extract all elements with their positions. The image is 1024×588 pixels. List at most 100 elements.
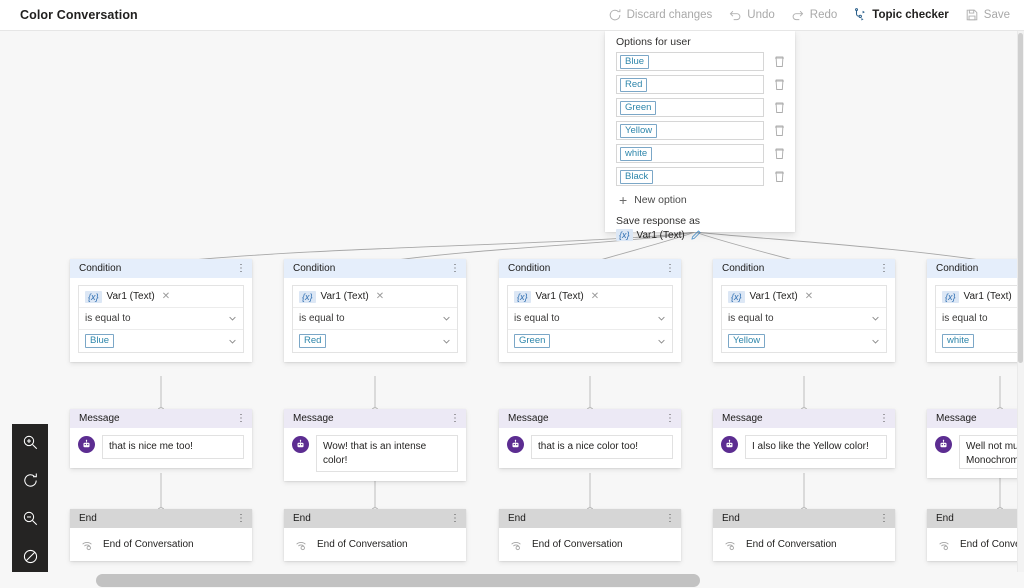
option-input-3[interactable]: Yellow <box>616 121 764 140</box>
remove-variable-icon[interactable]: ✕ <box>591 291 599 302</box>
delete-option-icon[interactable] <box>772 54 787 69</box>
card-menu-icon[interactable]: ⋮ <box>879 413 889 424</box>
card-menu-icon[interactable]: ⋮ <box>450 263 460 274</box>
end-card[interactable]: End ⋮ End of Conversation <box>284 509 466 561</box>
message-text[interactable]: I also like the Yellow color! <box>745 435 887 459</box>
condition-card[interactable]: Condition ⋮ {x} Var1 (Text) ✕ is equal t… <box>927 259 1024 362</box>
end-card[interactable]: End ⋮ End of Conversation <box>499 509 681 561</box>
undo-icon <box>728 8 742 22</box>
option-chip-4[interactable]: white <box>620 146 653 161</box>
card-menu-icon[interactable]: ⋮ <box>665 413 675 424</box>
condition-operator-select[interactable]: is equal to <box>79 308 243 330</box>
condition-card[interactable]: Condition ⋮ {x} Var1 (Text) ✕ is equal t… <box>499 259 681 362</box>
discard-changes-button[interactable]: Discard changes <box>608 8 712 22</box>
end-conversation-icon <box>294 537 308 551</box>
chevron-down-icon <box>657 337 666 346</box>
option-chip-2[interactable]: Green <box>620 100 657 115</box>
card-menu-icon[interactable]: ⋮ <box>450 413 460 424</box>
message-card[interactable]: Message ⋮ that is a nice color too! <box>499 409 681 468</box>
topic-checker-button[interactable]: Topic checker <box>853 8 949 22</box>
remove-variable-icon[interactable]: ✕ <box>805 291 813 302</box>
message-text[interactable]: Wow! that is an intense color! <box>316 435 458 472</box>
card-menu-icon[interactable]: ⋮ <box>879 263 889 274</box>
card-menu-icon[interactable]: ⋮ <box>665 513 675 524</box>
message-card-header: Message ⋮ <box>713 409 895 428</box>
condition-value-select[interactable]: Red <box>293 330 457 352</box>
option-input-1[interactable]: Red <box>616 75 764 94</box>
condition-variable-row[interactable]: {x} Var1 (Text) ✕ <box>79 286 243 308</box>
chevron-down-icon <box>228 314 237 323</box>
end-card[interactable]: End ⋮ End of Conversation <box>927 509 1024 561</box>
condition-operator-select[interactable]: is equal to <box>508 308 672 330</box>
condition-card[interactable]: Condition ⋮ {x} Var1 (Text) ✕ is equal t… <box>713 259 895 362</box>
condition-operator-select[interactable]: is equal to <box>293 308 457 330</box>
condition-operator-value: is equal to <box>728 313 774 324</box>
card-menu-icon[interactable]: ⋮ <box>236 413 246 424</box>
message-card[interactable]: Message ⋮ that is nice me too! <box>70 409 252 468</box>
option-chip-5[interactable]: Black <box>620 169 654 184</box>
zoom-out-icon[interactable] <box>19 508 41 528</box>
edit-pencil-icon[interactable] <box>690 229 702 241</box>
condition-operator-select[interactable]: is equal to <box>722 308 886 330</box>
option-input-4[interactable]: white <box>616 144 764 163</box>
variable-chip[interactable]: {x} Var1 (Text) <box>616 229 685 241</box>
horizontal-scrollbar-track[interactable] <box>0 572 1024 588</box>
bot-avatar-icon <box>935 436 952 453</box>
option-input-2[interactable]: Green <box>616 98 764 117</box>
reset-view-icon[interactable] <box>19 470 41 490</box>
no-entry-icon[interactable] <box>19 546 41 566</box>
message-card[interactable]: Message ⋮ Well not much in Monochromatic… <box>927 409 1024 478</box>
option-input-0[interactable]: Blue <box>616 52 764 71</box>
end-card[interactable]: End ⋮ End of Conversation <box>713 509 895 561</box>
remove-variable-icon[interactable]: ✕ <box>162 291 170 302</box>
undo-button[interactable]: Undo <box>728 8 775 22</box>
condition-card-body: {x} Var1 (Text) ✕ is equal to white <box>927 278 1024 362</box>
remove-variable-icon[interactable]: ✕ <box>376 291 384 302</box>
condition-variable-row[interactable]: {x} Var1 (Text) ✕ <box>508 286 672 308</box>
message-text[interactable]: that is nice me too! <box>102 435 244 459</box>
flow-canvas[interactable]: Options for user Blue Red Green Yellow w… <box>0 31 1024 588</box>
condition-variable-row[interactable]: {x} Var1 (Text) ✕ <box>722 286 886 308</box>
condition-editor: {x} Var1 (Text) ✕ is equal to white <box>935 285 1024 353</box>
new-option-button[interactable]: + New option <box>605 190 795 207</box>
card-menu-icon[interactable]: ⋮ <box>236 513 246 524</box>
option-row: Red <box>605 75 795 94</box>
vertical-scrollbar-track[interactable] <box>1017 31 1024 588</box>
delete-option-icon[interactable] <box>772 100 787 115</box>
condition-value-select[interactable]: white <box>936 330 1024 352</box>
save-button[interactable]: Save <box>965 8 1010 22</box>
option-chip-1[interactable]: Red <box>620 77 648 92</box>
message-card[interactable]: Message ⋮ Wow! that is an intense color! <box>284 409 466 481</box>
delete-option-icon[interactable] <box>772 169 787 184</box>
condition-card[interactable]: Condition ⋮ {x} Var1 (Text) ✕ is equal t… <box>284 259 466 362</box>
condition-title: Condition <box>936 263 979 274</box>
card-menu-icon[interactable]: ⋮ <box>236 263 246 274</box>
condition-variable-row[interactable]: {x} Var1 (Text) ✕ <box>936 286 1024 308</box>
option-input-5[interactable]: Black <box>616 167 764 186</box>
option-chip-3[interactable]: Yellow <box>620 123 658 138</box>
message-text[interactable]: that is a nice color too! <box>531 435 673 459</box>
condition-value-select[interactable]: Green <box>508 330 672 352</box>
horizontal-scrollbar-thumb[interactable] <box>96 574 700 587</box>
delete-option-icon[interactable] <box>772 123 787 138</box>
condition-value-select[interactable]: Blue <box>79 330 243 352</box>
condition-variable-name: Var1 (Text) <box>963 291 1012 302</box>
option-chip-0[interactable]: Blue <box>620 54 650 69</box>
end-card[interactable]: End ⋮ End of Conversation <box>70 509 252 561</box>
card-menu-icon[interactable]: ⋮ <box>879 513 889 524</box>
zoom-in-icon[interactable] <box>19 432 41 452</box>
message-card[interactable]: Message ⋮ I also like the Yellow color! <box>713 409 895 468</box>
condition-value-select[interactable]: Yellow <box>722 330 886 352</box>
card-menu-icon[interactable]: ⋮ <box>450 513 460 524</box>
redo-button[interactable]: Redo <box>791 8 837 22</box>
variable-badge-icon: {x} <box>942 290 959 303</box>
condition-variable-row[interactable]: {x} Var1 (Text) ✕ <box>293 286 457 308</box>
delete-option-icon[interactable] <box>772 77 787 92</box>
vertical-scrollbar-thumb[interactable] <box>1018 33 1023 363</box>
card-menu-icon[interactable]: ⋮ <box>665 263 675 274</box>
condition-card[interactable]: Condition ⋮ {x} Var1 (Text) ✕ is equal t… <box>70 259 252 362</box>
delete-option-icon[interactable] <box>772 146 787 161</box>
message-text[interactable]: Well not much in Monochromatic co <box>959 435 1024 469</box>
condition-operator-select[interactable]: is equal to <box>936 308 1024 330</box>
option-row: Blue <box>605 52 795 71</box>
